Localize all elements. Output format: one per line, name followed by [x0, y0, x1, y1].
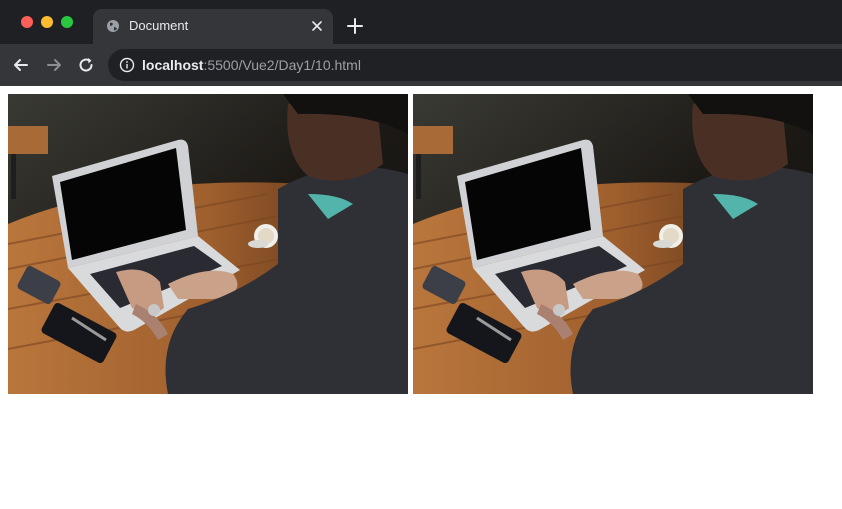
arrow-left-icon[interactable] — [11, 55, 31, 75]
address-bar[interactable]: localhost:5500/Vue2/Day1/10.html — [108, 49, 842, 81]
window-maximize-button[interactable] — [61, 16, 73, 28]
plus-icon[interactable] — [346, 17, 364, 35]
window-close-button[interactable] — [21, 16, 33, 28]
window-minimize-button[interactable] — [41, 16, 53, 28]
tab-strip: Document — [0, 0, 842, 44]
page-content — [0, 86, 842, 509]
url-path: :5500/Vue2/Day1/10.html — [203, 57, 361, 73]
laptop-photo — [413, 94, 813, 394]
laptop-photo — [8, 94, 408, 394]
url-host: localhost — [142, 57, 204, 73]
info-icon[interactable] — [119, 57, 135, 73]
tab-title: Document — [129, 18, 189, 33]
reload-icon[interactable] — [76, 55, 96, 75]
url-text[interactable]: localhost:5500/Vue2/Day1/10.html — [142, 57, 361, 73]
close-icon[interactable] — [309, 18, 325, 34]
toolbar: localhost:5500/Vue2/Day1/10.html — [0, 44, 842, 86]
tab-document[interactable]: Document — [93, 9, 333, 44]
globe-icon — [107, 20, 119, 32]
browser-chrome: Document localhost:5500/Vue2/Day1/10.htm… — [0, 0, 842, 86]
arrow-right-icon[interactable] — [44, 55, 64, 75]
